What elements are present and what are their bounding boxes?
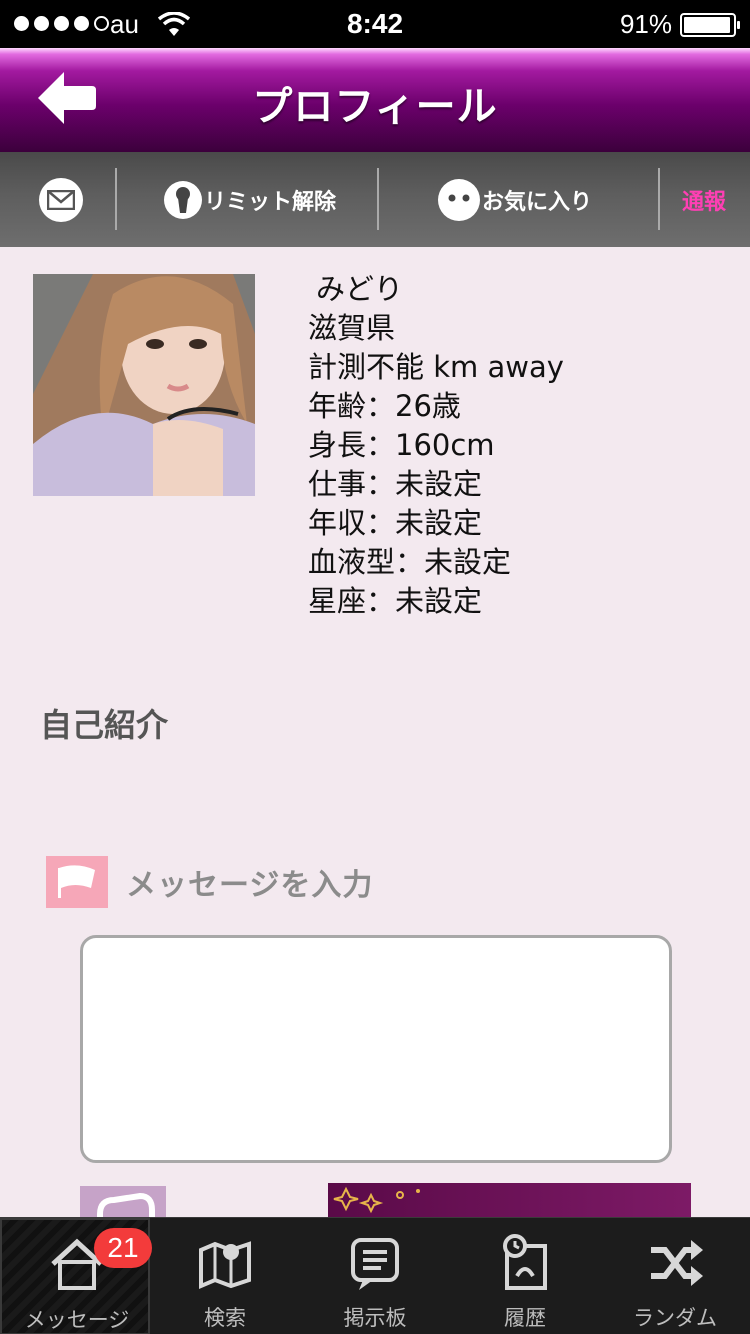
- message-input[interactable]: [80, 935, 672, 1163]
- message-header: メッセージを入力: [46, 856, 373, 908]
- tab-history-label: 履歴: [504, 1306, 546, 1330]
- page-title: プロフィール: [252, 84, 498, 130]
- profile-zodiac: 星座：未設定: [308, 584, 483, 618]
- tab-history[interactable]: 履歴: [450, 1218, 600, 1334]
- limit-release-button[interactable]: リミット解除: [140, 152, 360, 247]
- limit-release-label: リミット解除: [203, 189, 336, 215]
- self-introduction-heading: 自己紹介: [40, 706, 169, 744]
- message-input-label: メッセージを入力: [126, 868, 374, 903]
- profile-name: みどり: [316, 272, 404, 306]
- profile-height: 身長：160cm: [308, 428, 495, 462]
- smiley-face-icon: [437, 178, 480, 221]
- mail-icon: [39, 177, 83, 222]
- navigation-bar: プロフィール: [0, 48, 750, 152]
- profile-action-toolbar: リミット解除 お気に入り 通報: [0, 152, 750, 247]
- tab-messages-label: メッセージ: [24, 1308, 130, 1332]
- profile-income: 年収：未設定: [308, 506, 483, 540]
- tab-board-label: 掲示板: [343, 1306, 407, 1330]
- tab-board[interactable]: 掲示板: [300, 1218, 450, 1334]
- board-icon: [351, 1238, 399, 1290]
- tab-messages[interactable]: 21 メッセージ: [0, 1218, 152, 1334]
- shuffle-icon: [651, 1240, 703, 1286]
- report-button[interactable]: 通報: [672, 152, 736, 247]
- send-mail-button[interactable]: [20, 152, 104, 247]
- profile-distance: 計測不能 km away: [308, 350, 564, 384]
- battery-percentage: 91%: [619, 9, 672, 39]
- profile-blood-type: 血液型：未設定: [308, 545, 512, 579]
- favorite-button[interactable]: お気に入り: [400, 152, 630, 247]
- favorite-label: お気に入り: [481, 189, 592, 215]
- tab-random[interactable]: ランダム: [600, 1218, 750, 1334]
- keyhole-icon: [163, 180, 202, 219]
- profile-age: 年齢：26歳: [308, 389, 461, 423]
- map-icon: [199, 1241, 251, 1290]
- unread-badge: 21: [94, 1228, 152, 1268]
- profile-prefecture: 滋賀県: [308, 311, 396, 345]
- tab-search[interactable]: 検索: [150, 1218, 300, 1334]
- flag-icon: [46, 856, 108, 908]
- tab-bar: 21 メッセージ 検索 掲示板 履歴 ランダム: [0, 1217, 750, 1334]
- profile-job: 仕事：未設定: [308, 467, 483, 501]
- profile-photo[interactable]: [33, 274, 255, 496]
- tab-search-label: 検索: [204, 1306, 246, 1330]
- history-icon: [503, 1234, 547, 1290]
- battery-icon: [680, 13, 740, 37]
- tab-random-label: ランダム: [633, 1306, 717, 1330]
- profile-info: みどり 滋賀県 計測不能 km away 年齢：26歳 身長：160cm 仕事：…: [308, 270, 564, 621]
- status-bar: au 8:42 91%: [0, 0, 750, 48]
